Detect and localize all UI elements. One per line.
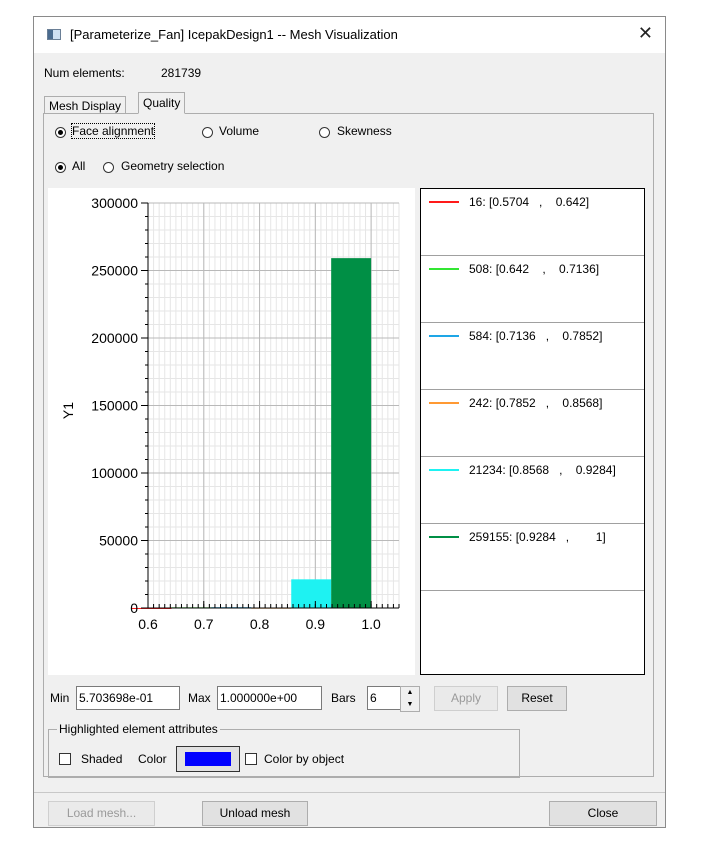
face-alignment-label[interactable]: Face alignment — [70, 123, 156, 139]
geometry-selection-radio[interactable] — [103, 162, 114, 173]
legend-item: 16: [0.5704 , 0.642] — [421, 189, 644, 256]
geometry-selection-label[interactable]: Geometry selection — [121, 159, 224, 173]
legend-label: 508: [0.642 , 0.7136] — [469, 262, 600, 276]
y-tick-label: 300000 — [91, 195, 138, 211]
spin-down-icon[interactable]: ▼ — [401, 699, 419, 711]
histogram-legend: 16: [0.5704 , 0.642] 508: [0.642 , 0.7136… — [420, 188, 645, 675]
histogram-bar — [291, 579, 332, 608]
legend-item: 242: [0.7852 , 0.8568] — [421, 390, 644, 457]
legend-item: 584: [0.7136 , 0.7852] — [421, 323, 644, 390]
color-label: Color — [138, 752, 167, 766]
face-alignment-radio[interactable] — [55, 127, 66, 138]
x-tick-label: 0.6 — [138, 616, 158, 632]
bars-label: Bars — [331, 691, 356, 705]
footer-separator — [34, 792, 665, 793]
y-tick-label: 150000 — [91, 398, 138, 414]
legend-swatch — [429, 469, 459, 471]
y-tick-label: 200000 — [91, 330, 138, 346]
apply-button[interactable]: Apply — [434, 686, 498, 711]
skewness-radio[interactable] — [319, 127, 330, 138]
y-tick-label: 100000 — [91, 465, 138, 481]
y-tick-label: 50000 — [99, 533, 138, 549]
legend-swatch — [429, 536, 459, 538]
y-tick-label: 0 — [130, 600, 138, 616]
bars-spinner[interactable]: ▲ ▼ — [400, 686, 420, 712]
reset-button[interactable]: Reset — [507, 686, 567, 711]
skewness-label[interactable]: Skewness — [337, 124, 392, 138]
legend-label: 242: [0.7852 , 0.8568] — [469, 396, 603, 410]
legend-label: 584: [0.7136 , 0.7852] — [469, 329, 603, 343]
all-label[interactable]: All — [72, 159, 85, 173]
app-icon — [47, 29, 61, 40]
close-button[interactable]: Close — [549, 801, 657, 826]
x-tick-label: 1.0 — [361, 616, 381, 632]
legend-label: 21234: [0.8568 , 0.9284] — [469, 463, 616, 477]
color-by-object-checkbox[interactable] — [245, 753, 257, 765]
load-mesh-button[interactable]: Load mesh... — [48, 801, 155, 826]
max-input[interactable]: 1.000000e+00 — [217, 686, 322, 710]
min-label: Min — [50, 691, 70, 705]
legend-label: 259155: [0.9284 , 1] — [469, 530, 606, 544]
legend-swatch — [429, 268, 459, 270]
volume-label[interactable]: Volume — [219, 124, 259, 138]
unload-mesh-button[interactable]: Unload mesh — [202, 801, 308, 826]
min-input[interactable]: 5.703698e-01 — [76, 686, 180, 710]
legend-swatch — [429, 335, 459, 337]
tab-mesh-display[interactable]: Mesh Display — [44, 96, 127, 114]
spin-up-icon[interactable]: ▲ — [401, 687, 419, 699]
all-radio[interactable] — [55, 162, 66, 173]
volume-radio[interactable] — [202, 127, 213, 138]
legend-item: 508: [0.642 , 0.7136] — [421, 256, 644, 323]
x-tick-label: 0.8 — [250, 616, 270, 632]
histogram-plot-area: 300000 250000 200000 150000 100000 50000 0 0.6 0… — [48, 188, 415, 675]
title-bar: [Parameterize_Fan] IcepakDesign1 -- Mesh… — [34, 17, 665, 53]
x-tick-label: 0.7 — [194, 616, 214, 632]
close-icon[interactable]: ✕ — [638, 24, 653, 42]
bars-input[interactable]: 6 — [367, 686, 401, 710]
legend-item: 259155: [0.9284 , 1] — [421, 524, 644, 591]
window-title: [Parameterize_Fan] IcepakDesign1 -- Mesh… — [70, 27, 398, 42]
shaded-checkbox[interactable] — [59, 753, 71, 765]
x-tick-label: 0.9 — [306, 616, 326, 632]
shaded-label: Shaded — [81, 752, 123, 766]
num-elements-label: Num elements: — [44, 66, 125, 80]
y-axis-label: Y1 — [60, 402, 76, 419]
legend-item: 21234: [0.8568 , 0.9284] — [421, 457, 644, 524]
color-picker-button[interactable] — [176, 746, 240, 772]
highlighted-attributes-title: Highlighted element attributes — [57, 722, 220, 736]
max-label: Max — [188, 691, 211, 705]
legend-label: 16: [0.5704 , 0.642] — [469, 195, 590, 209]
legend-swatch — [429, 402, 459, 404]
num-elements-value: 281739 — [161, 66, 202, 80]
tab-quality[interactable]: Quality — [138, 92, 186, 114]
color-by-object-label: Color by object — [264, 752, 345, 766]
color-swatch — [185, 752, 231, 766]
histogram-chart: 300000 250000 200000 150000 100000 50000 00.6 0… — [60, 195, 400, 632]
histogram-bar — [331, 258, 372, 608]
mesh-visualization-window: [Parameterize_Fan] IcepakDesign1 -- Mesh… — [33, 16, 666, 828]
y-tick-label: 250000 — [91, 263, 138, 279]
legend-swatch — [429, 201, 459, 203]
